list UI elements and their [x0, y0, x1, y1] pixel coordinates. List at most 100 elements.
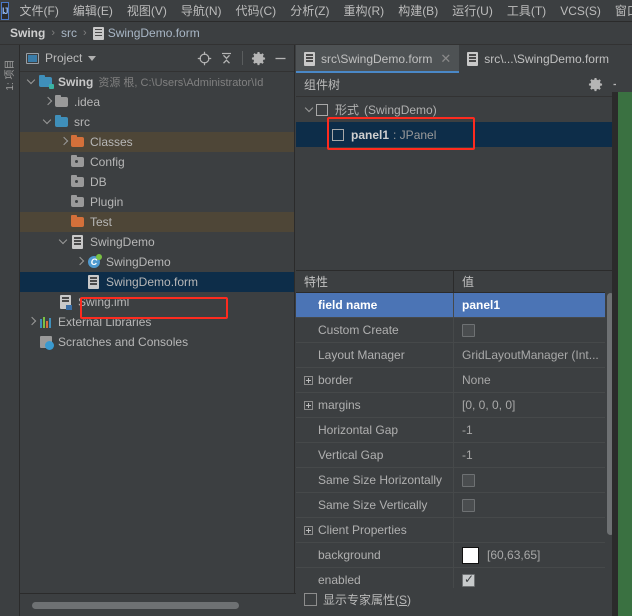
tree-row-db[interactable]: DB	[20, 172, 294, 192]
tree-row-swingdemo-form[interactable]: SwingDemo.form	[20, 272, 294, 292]
chevron-down-icon[interactable]	[42, 112, 54, 132]
checkbox-unchecked[interactable]	[304, 592, 317, 606]
property-value[interactable]: [0, 0, 0, 0]	[454, 393, 616, 417]
property-value[interactable]: -1	[454, 443, 616, 467]
menu-item-refactor[interactable]: 重构(R)	[337, 1, 392, 21]
tree-row-scratches-consoles[interactable]: Scratches and Consoles	[20, 332, 294, 352]
property-value[interactable]: -1	[454, 418, 616, 442]
component-tree-row-panel1[interactable]: panel1 : JPanel	[296, 122, 632, 147]
checkbox-unchecked[interactable]	[462, 498, 475, 512]
tree-row-swingdemo-class[interactable]: C SwingDemo	[20, 252, 294, 272]
chevron-down-icon[interactable]	[26, 72, 38, 92]
project-tree[interactable]: Swing 资源 根, C:\Users\Administrator\Id .i…	[20, 72, 294, 593]
horizontal-scrollbar[interactable]	[32, 601, 294, 610]
tree-row-config[interactable]: Config	[20, 152, 294, 172]
tree-row-classes[interactable]: Classes	[20, 132, 294, 152]
menu-item-edit[interactable]: 编辑(E)	[66, 1, 120, 21]
expand-icon[interactable]	[304, 375, 313, 385]
chevron-down-icon[interactable]	[88, 55, 97, 61]
expand-icon[interactable]	[304, 400, 313, 410]
tree-row-idea[interactable]: .idea	[20, 92, 294, 112]
menu-item-tools[interactable]: 工具(T)	[500, 1, 553, 21]
collapse-all-icon[interactable]	[217, 49, 236, 68]
property-row-vertical-gap[interactable]: Vertical Gap -1	[296, 443, 616, 468]
color-swatch[interactable]	[462, 546, 479, 564]
chevron-down-icon[interactable]	[58, 232, 70, 252]
show-expert-properties-row[interactable]: 显示专家属性(S)	[296, 588, 616, 610]
property-key-cell: border	[296, 368, 454, 392]
property-value-cell[interactable]: [60,63,65]	[454, 543, 616, 567]
gear-icon[interactable]	[586, 75, 605, 94]
minimize-icon[interactable]	[271, 49, 290, 68]
component-tree[interactable]: 形式 (SwingDemo) panel1 : JPanel	[296, 97, 632, 265]
folder-icon	[70, 172, 86, 192]
component-checkbox[interactable]	[316, 103, 328, 116]
scrollbar-thumb[interactable]	[32, 602, 239, 609]
gear-icon[interactable]	[249, 49, 268, 68]
tree-row-src[interactable]: src	[20, 112, 294, 132]
java-class-icon: C	[86, 252, 102, 272]
iml-file-icon	[58, 292, 74, 312]
property-value[interactable]	[454, 318, 616, 342]
property-row-client-properties[interactable]: Client Properties	[296, 518, 616, 543]
tool-window-tab-project[interactable]: 1: 项目	[1, 46, 21, 104]
property-value[interactable]	[454, 518, 616, 542]
property-row-horizontal-gap[interactable]: Horizontal Gap -1	[296, 418, 616, 443]
editor-tab-bar: src\SwingDemo.form ✕ src\...\SwingDemo.f…	[296, 45, 632, 73]
tree-row-swing-iml[interactable]: Swing.iml	[20, 292, 294, 312]
menu-item-code[interactable]: 代码(C)	[229, 1, 284, 21]
tree-label: External Libraries	[58, 315, 152, 329]
chevron-down-icon[interactable]	[304, 100, 316, 120]
checkbox-unchecked[interactable]	[462, 323, 475, 337]
property-row-border[interactable]: border None	[296, 368, 616, 393]
property-row-layout-manager[interactable]: Layout Manager GridLayoutManager (Int...	[296, 343, 616, 368]
property-value[interactable]	[454, 493, 616, 517]
property-row-field-name[interactable]: field name panel1	[296, 293, 616, 318]
checkbox-checked[interactable]	[462, 572, 475, 587]
tree-row-external-libraries[interactable]: External Libraries	[20, 312, 294, 332]
chevron-right-icon[interactable]	[26, 312, 38, 332]
property-row-background[interactable]: background [60,63,65]	[296, 543, 616, 568]
chevron-right-icon[interactable]	[74, 252, 86, 272]
close-icon[interactable]: ✕	[440, 52, 451, 65]
menu-item-view[interactable]: 视图(V)	[120, 1, 174, 21]
menu-item-file[interactable]: 文件(F)	[13, 1, 66, 21]
property-value[interactable]: None	[454, 368, 616, 392]
editor-right-gutter	[616, 45, 632, 92]
component-tree-row-form[interactable]: 形式 (SwingDemo)	[296, 97, 632, 122]
menu-item-analyze[interactable]: 分析(Z)	[283, 1, 336, 21]
property-row-same-size-horizontally[interactable]: Same Size Horizontally	[296, 468, 616, 493]
menu-item-build[interactable]: 构建(B)	[391, 1, 445, 21]
property-row-margins[interactable]: margins [0, 0, 0, 0]	[296, 393, 616, 418]
tab-src-swingdemo-form[interactable]: src\SwingDemo.form ✕	[296, 45, 460, 73]
menu-item-run[interactable]: 运行(U)	[445, 1, 500, 21]
property-value[interactable]	[454, 468, 616, 492]
checkbox-unchecked[interactable]	[462, 473, 475, 487]
breadcrumb-file[interactable]: SwingDemo.form	[108, 26, 200, 40]
show-expert-properties-label: 显示专家属性(S)	[323, 591, 411, 608]
menu-item-window[interactable]: 窗口(	[608, 1, 632, 21]
breadcrumb-src[interactable]: src	[61, 26, 77, 40]
property-value[interactable]: GridLayoutManager (Int...	[454, 343, 616, 367]
tree-row-swing[interactable]: Swing 资源 根, C:\Users\Administrator\Id	[20, 72, 294, 92]
tree-row-plugin[interactable]: Plugin	[20, 192, 294, 212]
chevron-right-icon[interactable]	[42, 92, 54, 112]
property-row-custom-create[interactable]: Custom Create	[296, 318, 616, 343]
form-file-icon	[467, 52, 479, 66]
folder-icon	[70, 132, 86, 152]
property-value[interactable]: panel1	[454, 293, 616, 317]
property-key: Horizontal Gap	[296, 418, 454, 442]
tree-row-swingdemo-group[interactable]: SwingDemo	[20, 232, 294, 252]
property-key: Same Size Horizontally	[296, 468, 454, 492]
breadcrumb-project[interactable]: Swing	[10, 26, 45, 40]
tab-src-dots-swingdemo-form[interactable]: src\...\SwingDemo.form	[459, 45, 617, 73]
expand-icon[interactable]	[304, 525, 313, 535]
menu-item-navigate[interactable]: 导航(N)	[174, 1, 229, 21]
expert-label-suffix: )	[407, 592, 412, 607]
tree-row-test[interactable]: Test	[20, 212, 294, 232]
menu-item-vcs[interactable]: VCS(S)	[553, 1, 608, 21]
locate-icon[interactable]	[195, 49, 214, 68]
component-checkbox[interactable]	[332, 128, 344, 141]
chevron-right-icon[interactable]	[58, 132, 70, 152]
property-row-same-size-vertically[interactable]: Same Size Vertically	[296, 493, 616, 518]
